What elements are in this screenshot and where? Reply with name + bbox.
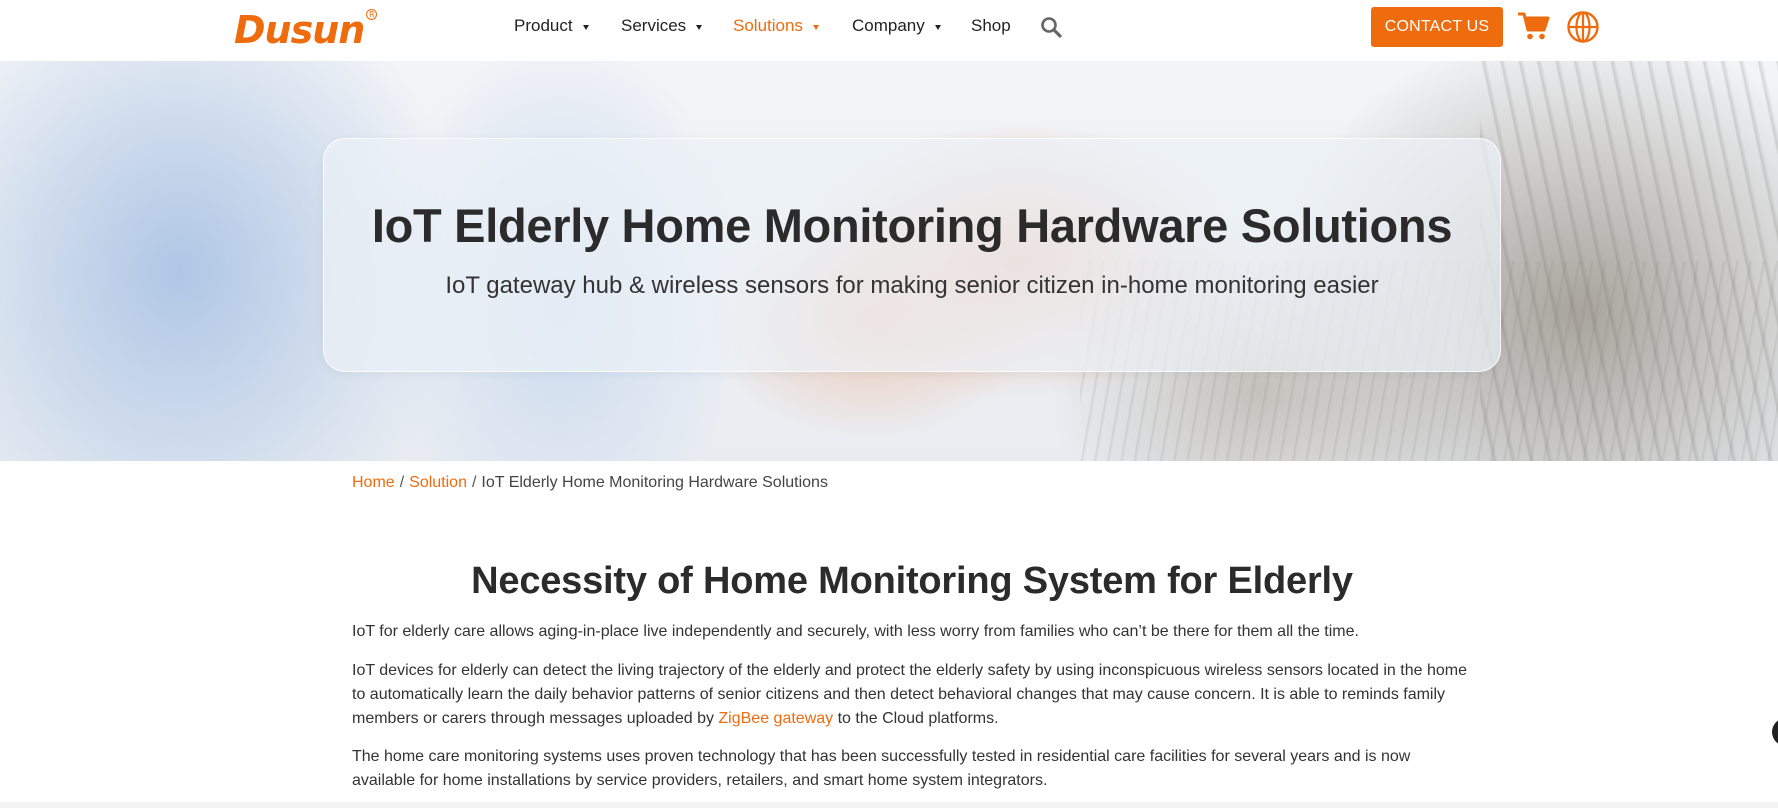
caret-down-icon [582,24,589,30]
hero-subtitle: IoT gateway hub & wireless sensors for m… [445,272,1379,299]
search-icon [1041,17,1062,38]
breadcrumb-current: IoT Elderly Home Monitoring Hardware Sol… [481,474,828,491]
hero-banner: IoT Elderly Home Monitoring Hardware Sol… [0,61,1778,461]
hero-title: IoT Elderly Home Monitoring Hardware Sol… [371,199,1453,252]
intro-paragraph: IoT for elderly care allows aging-in-pla… [352,623,1359,640]
caret-down-icon [812,24,819,30]
nav-item-label: Product [514,16,573,35]
breadcrumb: Home / Solution / IoT Elderly Home Monitorin… [352,474,828,492]
nav-item-label: Shop [971,16,1011,35]
nav-item-shop[interactable]: Shop [971,16,1011,36]
detail-text-after: to the Cloud platforms. [833,710,999,727]
site-header: Dusun R Product Services Solutions Compa… [0,0,1778,61]
nav-item-product[interactable]: Product [514,16,589,36]
zigbee-gateway-link[interactable]: ZigBee gateway [718,710,833,727]
contact-us-button[interactable]: CONTACT US [1371,7,1503,47]
cart-icon [1517,12,1550,40]
dusun-logo[interactable]: Dusun R [234,6,378,54]
breadcrumb-solution-link[interactable]: Solution [409,474,467,491]
registered-mark: R [366,9,378,20]
breadcrumb-separator: / [471,474,477,491]
hero-glass-panel [323,138,1501,372]
detail-paragraph: IoT devices for elderly can detect the l… [352,659,1477,731]
nav-item-label: Solutions [733,16,803,35]
nav-item-services[interactable]: Services [621,16,703,36]
breadcrumb-separator: / [399,474,405,491]
page-divider [0,802,1778,808]
caret-down-icon [696,24,703,30]
system-paragraph: The home care monitoring systems uses pr… [352,748,1411,789]
logo-wordmark: Dusun [234,8,365,52]
caret-down-icon [934,24,941,30]
nav-item-label: Company [852,16,925,35]
section-title: Necessity of Home Monitoring System for … [471,560,1353,602]
cart-button[interactable] [1517,11,1550,41]
floating-chat-tab[interactable] [1772,718,1778,746]
search-button[interactable] [1040,16,1062,38]
nav-item-label: Services [621,16,687,35]
hero-background-sweater [1480,61,1778,461]
language-button[interactable] [1566,10,1600,44]
nav-item-solutions[interactable]: Solutions [733,16,819,36]
breadcrumb-home-link[interactable]: Home [352,474,395,491]
nav-item-company[interactable]: Company [852,16,941,36]
globe-icon [1567,11,1599,43]
